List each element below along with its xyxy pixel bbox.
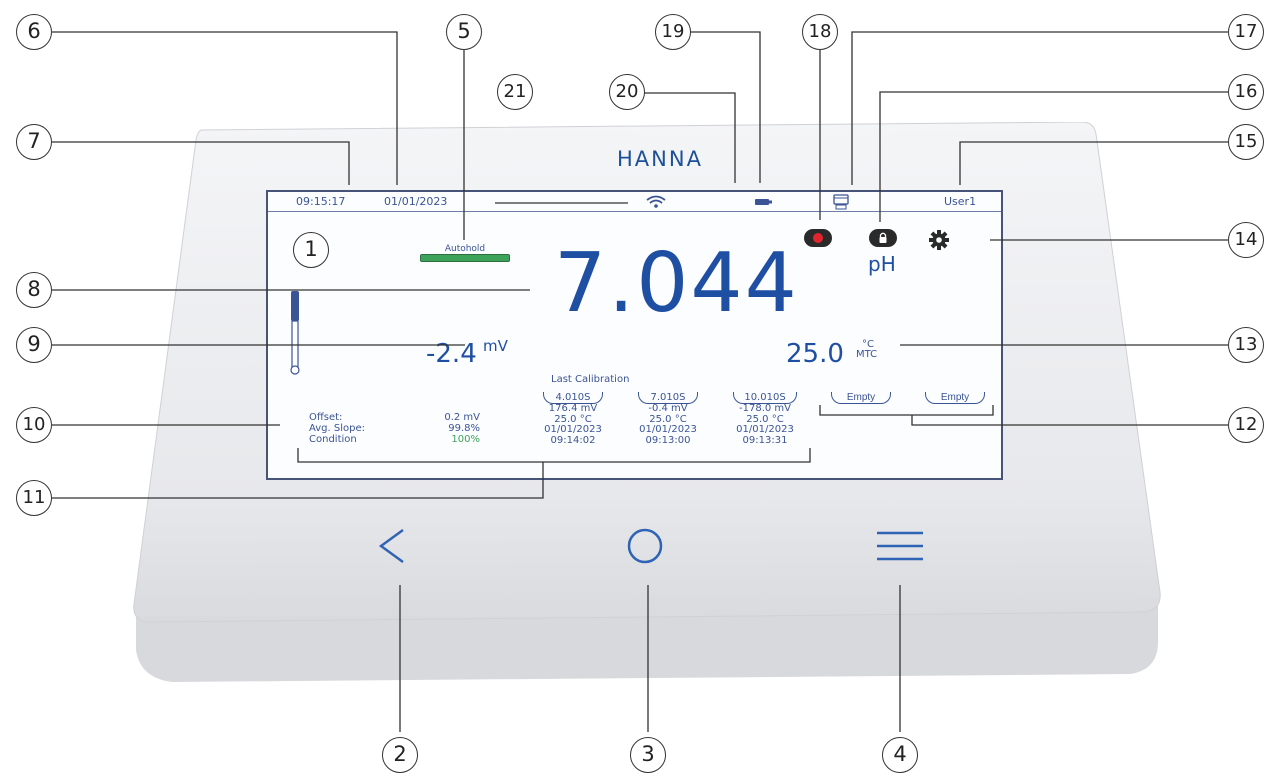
callout-4: 4	[882, 737, 918, 773]
callout-12: 12	[1228, 407, 1264, 443]
callout-18: 18	[802, 14, 838, 50]
callout-15: 15	[1228, 124, 1264, 160]
callout-11: 11	[16, 480, 52, 516]
callout-10: 10	[16, 407, 52, 443]
callout-20: 20	[609, 74, 645, 110]
callout-21: 21	[497, 74, 533, 110]
callout-9: 9	[16, 327, 52, 363]
callout-2: 2	[382, 737, 418, 773]
callout-8: 8	[16, 272, 52, 308]
callout-leader-lines	[52, 31, 1228, 732]
callout-7: 7	[16, 124, 52, 160]
callout-14: 14	[1228, 222, 1264, 258]
callout-17: 17	[1228, 14, 1264, 50]
callout-3: 3	[630, 737, 666, 773]
callout-5: 5	[446, 14, 482, 50]
callout-1: 1	[293, 232, 329, 268]
callout-19: 19	[655, 14, 691, 50]
callout-16: 16	[1228, 74, 1264, 110]
callout-6: 6	[16, 14, 52, 50]
callout-13: 13	[1228, 327, 1264, 363]
